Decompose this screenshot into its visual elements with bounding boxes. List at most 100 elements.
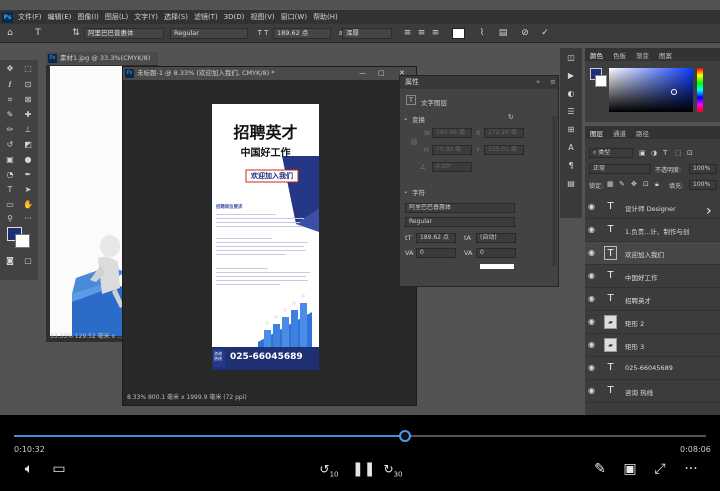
skip-forward-button[interactable]: ↻30 xyxy=(382,461,404,482)
character-panel-icon[interactable]: A xyxy=(564,142,578,154)
menu-3d[interactable]: 3D(D) xyxy=(224,13,245,21)
menu-file[interactable]: 文件(F) xyxy=(18,12,42,22)
document-canvas-1[interactable] xyxy=(50,66,125,336)
history-brush-icon[interactable]: ↺ xyxy=(3,138,17,151)
poster-canvas[interactable]: 招聘英才 中国好工作 欢迎加入我们 招聘岗位要求 咨询 热线 025-66045… xyxy=(212,104,319,370)
hue-slider[interactable] xyxy=(697,68,703,112)
menu-help[interactable]: 帮助(H) xyxy=(313,12,338,22)
visibility-eye-icon[interactable]: ◉ xyxy=(588,340,595,349)
tab-patterns[interactable]: 图案 xyxy=(654,50,677,60)
commit-check-icon[interactable]: ✓ xyxy=(539,28,551,39)
visibility-eye-icon[interactable]: ◉ xyxy=(588,363,595,372)
align-center-icon[interactable]: ≡ xyxy=(416,28,427,39)
bg-color-chip[interactable] xyxy=(595,75,607,87)
menu-filter[interactable]: 滤镜(T) xyxy=(194,12,218,22)
expand-arrow-icon[interactable]: ⌄ xyxy=(403,114,408,122)
more-tools-icon[interactable]: ··· xyxy=(21,212,35,225)
document-tab-2[interactable]: Ps 未标题-1 @ 8.33% (欢迎加入我们, CMYK/8) * — ▢ … xyxy=(123,67,416,80)
home-icon[interactable]: ⌂ xyxy=(4,28,16,39)
layer-row[interactable]: ◉ T 招聘英才 xyxy=(585,288,720,311)
properties-panel-icon[interactable]: ☰ xyxy=(564,106,578,118)
maximize-icon[interactable]: ▢ xyxy=(378,67,385,80)
background-color-swatch[interactable] xyxy=(15,234,30,248)
char-font-size-field[interactable]: 189.62 点 xyxy=(416,233,456,243)
more-options-icon[interactable]: ··· xyxy=(682,461,700,477)
panel-menu-icon[interactable]: ≡ xyxy=(550,78,556,86)
blur-tool-icon[interactable]: ● xyxy=(21,153,35,166)
type-tool-icon[interactable]: T xyxy=(3,183,17,196)
adjustments-panel-icon[interactable]: ◐ xyxy=(564,88,578,100)
paragraph-panel-icon[interactable]: ¶ xyxy=(564,160,578,172)
tab-layers[interactable]: 图层 xyxy=(585,128,608,138)
document-tab-1[interactable]: Ps 素材1.jpg @ 33.3%(CMYK/8) xyxy=(46,52,158,65)
align-right-icon[interactable]: ≡ xyxy=(430,28,441,39)
stamp-tool-icon[interactable]: ⊥ xyxy=(21,123,35,136)
screen-mode-icon[interactable]: ▢ xyxy=(21,254,35,267)
brush-tool-icon[interactable]: ✏ xyxy=(3,123,17,136)
layer-row[interactable]: ◉ ▰ 矩形 3 xyxy=(585,334,720,357)
y-field[interactable]: 525.01 毫 xyxy=(484,145,524,155)
panel-collapse-icon[interactable]: » xyxy=(536,78,540,86)
libraries-panel-icon[interactable]: ⊞ xyxy=(564,124,578,136)
char-font-family-select[interactable]: 阿里巴巴普惠体 xyxy=(405,203,515,213)
menu-layer[interactable]: 图层(L) xyxy=(105,12,128,22)
menu-image[interactable]: 图像(I) xyxy=(77,12,99,22)
menu-window[interactable]: 窗口(W) xyxy=(281,12,307,22)
frame-tool-icon[interactable]: ⊠ xyxy=(21,93,35,106)
volume-icon[interactable]: 🔈︎ xyxy=(20,461,38,477)
menu-select[interactable]: 选择(S) xyxy=(164,12,188,22)
warp-text-icon[interactable]: ⌇ xyxy=(476,28,488,39)
visibility-eye-icon[interactable]: ◉ xyxy=(588,294,595,303)
tab-swatches[interactable]: 色板 xyxy=(608,50,631,60)
shape-tool-icon[interactable]: ▭ xyxy=(3,198,17,211)
tab-gradients[interactable]: 渐变 xyxy=(631,50,654,60)
align-left-icon[interactable]: ≡ xyxy=(402,28,413,39)
tab-channels[interactable]: 通道 xyxy=(608,128,631,138)
height-field[interactable]: 70.92 毫 xyxy=(432,145,472,155)
poster-banner-text[interactable]: 欢迎加入我们 xyxy=(212,171,319,181)
lock-position-icon[interactable]: ✥ xyxy=(631,180,637,188)
visibility-eye-icon[interactable]: ◉ xyxy=(588,386,595,395)
eraser-tool-icon[interactable]: ◩ xyxy=(21,138,35,151)
color-picker-cursor[interactable] xyxy=(671,89,677,95)
visibility-eye-icon[interactable]: ◉ xyxy=(588,202,595,211)
filter-smart-icon[interactable]: ⊡ xyxy=(687,149,693,157)
mini-player-icon[interactable]: ▣ xyxy=(622,461,638,477)
reset-transform-icon[interactable]: ↻ xyxy=(508,113,513,121)
layer-row[interactable]: ◉ T 1.负责...计、制作与创 xyxy=(585,219,720,242)
font-family-select[interactable]: 阿里巴巴普惠体 xyxy=(84,28,164,39)
next-arrow-icon[interactable]: › xyxy=(706,203,712,219)
skip-back-button[interactable]: ↺10 xyxy=(318,461,340,482)
eyedropper-icon[interactable]: ✎ xyxy=(3,108,17,121)
actions-panel-icon[interactable]: ▶ xyxy=(564,70,578,82)
character-panel-icon[interactable]: ▤ xyxy=(497,28,509,39)
menu-edit[interactable]: 编辑(E) xyxy=(48,12,72,22)
type-tool-icon[interactable]: T xyxy=(32,28,44,39)
width-field[interactable]: 784.96 毫 xyxy=(432,128,472,138)
link-icon[interactable]: ⛓ xyxy=(410,138,418,146)
move-tool-icon[interactable]: ✥ xyxy=(3,62,17,75)
history-panel-icon[interactable]: ◫ xyxy=(564,52,578,64)
cancel-icon[interactable]: ⊘ xyxy=(519,28,531,39)
visibility-eye-icon[interactable]: ◉ xyxy=(588,248,595,257)
char-leading-field[interactable]: (自动) xyxy=(476,233,516,243)
menu-view[interactable]: 视图(V) xyxy=(250,12,274,22)
layer-row[interactable]: ◉ ▰ 矩形 2 xyxy=(585,311,720,334)
filter-pixel-icon[interactable]: ▣ xyxy=(639,149,646,157)
menu-type[interactable]: 文字(Y) xyxy=(134,12,158,22)
layer-row[interactable]: ◉ T 咨询 热线 xyxy=(585,380,720,403)
tab-paths[interactable]: 路径 xyxy=(631,128,654,138)
font-style-select[interactable]: Regular xyxy=(170,28,248,39)
antialias-select[interactable]: 浑厚 xyxy=(342,28,392,39)
char-color-swatch[interactable] xyxy=(480,264,514,269)
edit-pen-icon[interactable]: ✎ xyxy=(592,461,608,477)
hand-tool-icon[interactable]: ✋ xyxy=(21,198,35,211)
lock-all-icon[interactable]: 🔒︎ xyxy=(655,180,659,189)
subtitles-icon[interactable]: ▭ xyxy=(50,461,68,477)
quick-mask-icon[interactable]: ◙ xyxy=(3,254,17,267)
char-font-style-select[interactable]: Regular xyxy=(405,217,515,227)
font-size-field[interactable]: 189.62 点 xyxy=(273,28,331,39)
opacity-field[interactable]: 100% xyxy=(689,164,717,174)
crop-tool-icon[interactable]: ⌗ xyxy=(3,93,17,106)
glyphs-panel-icon[interactable]: ▤ xyxy=(564,178,578,190)
